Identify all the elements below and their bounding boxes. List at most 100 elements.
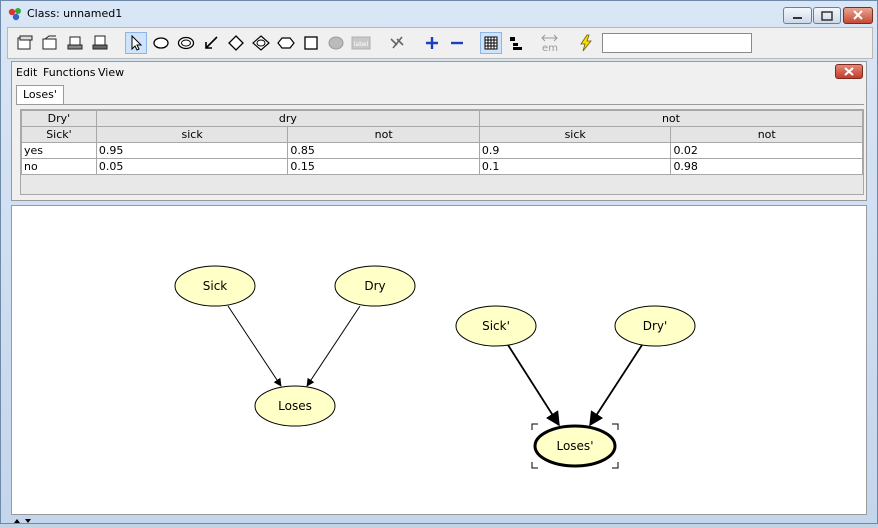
label-icon: label	[351, 36, 371, 50]
edge-sick2-loses2	[507, 344, 560, 427]
cpt-table: Dry' dry not Sick' sick not sick not yes…	[21, 110, 864, 175]
minimize-button[interactable]	[783, 7, 812, 24]
node-dry[interactable]: Dry	[334, 265, 416, 307]
search-input[interactable]	[602, 33, 752, 53]
decision-node-button[interactable]	[175, 32, 197, 54]
node-sick-prime[interactable]: Sick'	[455, 305, 537, 347]
tab-loses-prime[interactable]: Loses'	[16, 85, 64, 104]
menu-functions[interactable]: Functions	[43, 66, 96, 79]
row-label: no	[21, 158, 97, 175]
open-icon	[42, 35, 57, 50]
label-tool-button[interactable]: label	[350, 32, 372, 54]
tab-strip: Loses'	[16, 84, 864, 105]
decision-node-icon	[177, 36, 195, 50]
restore-icon	[821, 11, 833, 21]
parent1-header-row: Dry' dry not	[21, 110, 864, 127]
compile-button[interactable]	[575, 32, 597, 54]
instance-node-button[interactable]	[300, 32, 322, 54]
close-icon	[853, 10, 863, 20]
node-label: Dry'	[643, 319, 668, 333]
link-arrow-icon	[205, 36, 218, 49]
node-label: Dry	[364, 279, 385, 293]
compile-icon	[580, 34, 592, 52]
node-dry-prime[interactable]: Dry'	[614, 305, 696, 347]
menu-view[interactable]: View	[98, 66, 124, 79]
cpt-table-container: Dry' dry not Sick' sick not sick not yes…	[20, 109, 864, 195]
probability-cell[interactable]: 0.85	[287, 142, 480, 159]
label-icon-text: label	[354, 41, 369, 48]
function-node-icon	[277, 37, 295, 49]
zoom-out-icon	[451, 41, 463, 45]
close-icon	[844, 67, 854, 76]
title-bar[interactable]: Class: unnamed1	[1, 1, 877, 27]
parent2-name: Sick'	[21, 126, 97, 143]
toolbar: label em	[7, 27, 873, 59]
new-class-button[interactable]	[14, 32, 36, 54]
probability-cell[interactable]: 0.98	[670, 158, 863, 175]
parent2-state: not	[670, 126, 863, 143]
panel-close-button[interactable]	[835, 64, 863, 79]
table-editor-panel: Edit Functions View Loses' Dry' dry not	[11, 61, 867, 201]
discrete-node-icon	[252, 35, 270, 51]
utility-node-button[interactable]	[225, 32, 247, 54]
network-canvas[interactable]: Sick Dry Loses Sick' Dry' Loses'	[11, 205, 867, 515]
zoom-out-button[interactable]	[446, 32, 468, 54]
row-label: yes	[21, 142, 97, 159]
chance-node-icon	[153, 37, 169, 49]
instance-node-icon	[304, 36, 318, 50]
edge-sick-loses	[227, 305, 282, 387]
open-button[interactable]	[39, 32, 61, 54]
parent2-header-row: Sick' sick not sick not	[21, 126, 863, 143]
discrete-node-button[interactable]	[250, 32, 272, 54]
print-button[interactable]	[89, 32, 111, 54]
app-icon	[8, 8, 21, 21]
hide-links-icon	[390, 36, 404, 49]
chance-node-button[interactable]	[150, 32, 172, 54]
probability-cell[interactable]: 0.9	[478, 142, 672, 159]
save-icon	[67, 36, 83, 50]
new-class-icon	[17, 35, 33, 50]
select-tool-button[interactable]	[125, 32, 147, 54]
close-button[interactable]	[843, 7, 873, 24]
utility-node-icon	[228, 35, 244, 51]
probability-cell[interactable]: 0.15	[287, 158, 480, 175]
continuous-node-icon	[328, 36, 344, 50]
hide-links-button[interactable]	[386, 32, 408, 54]
node-sick[interactable]: Sick	[174, 265, 256, 307]
node-label: Sick'	[482, 319, 510, 333]
link-tool-button[interactable]	[200, 32, 222, 54]
node-label: Sick	[203, 279, 228, 293]
tree-view-button[interactable]	[505, 32, 527, 54]
table-view-button[interactable]	[480, 32, 502, 54]
node-loses[interactable]: Loses	[254, 385, 336, 427]
network-diagram: Sick Dry Loses Sick' Dry' Loses'	[174, 265, 696, 469]
maximize-button[interactable]	[813, 7, 841, 24]
parent2-state: sick	[95, 126, 289, 143]
panel-menu-bar: Edit Functions View	[12, 62, 866, 82]
table-row: no 0.05 0.15 0.1 0.98	[21, 158, 863, 175]
menu-edit[interactable]: Edit	[16, 66, 37, 79]
node-label: Loses	[278, 399, 312, 413]
parent1-state-not: not	[478, 110, 864, 127]
parent1-name: Dry'	[21, 110, 97, 127]
table-row: yes 0.95 0.85 0.9 0.02	[21, 142, 863, 159]
probability-cell[interactable]: 0.1	[478, 158, 672, 175]
print-icon	[92, 35, 108, 50]
select-arrow-icon	[131, 34, 143, 51]
probability-cell[interactable]: 0.05	[95, 158, 289, 175]
zoom-in-button[interactable]	[421, 32, 443, 54]
em-learning-icon: em	[541, 34, 558, 54]
probability-cell[interactable]: 0.02	[670, 142, 863, 159]
edge-dry-loses	[306, 305, 361, 387]
em-learning-button[interactable]: em	[539, 32, 561, 54]
canvas-scroll-arrows[interactable]	[11, 515, 41, 523]
continuous-node-button[interactable]	[325, 32, 347, 54]
table-view-icon	[484, 36, 498, 50]
minimize-icon	[793, 17, 802, 19]
probability-cell[interactable]: 0.95	[95, 142, 289, 159]
node-loses-prime[interactable]: Loses'	[531, 423, 619, 469]
function-node-button[interactable]	[275, 32, 297, 54]
save-button[interactable]	[64, 32, 86, 54]
node-label: Loses'	[556, 439, 593, 453]
edge-dry2-loses2	[589, 344, 643, 427]
